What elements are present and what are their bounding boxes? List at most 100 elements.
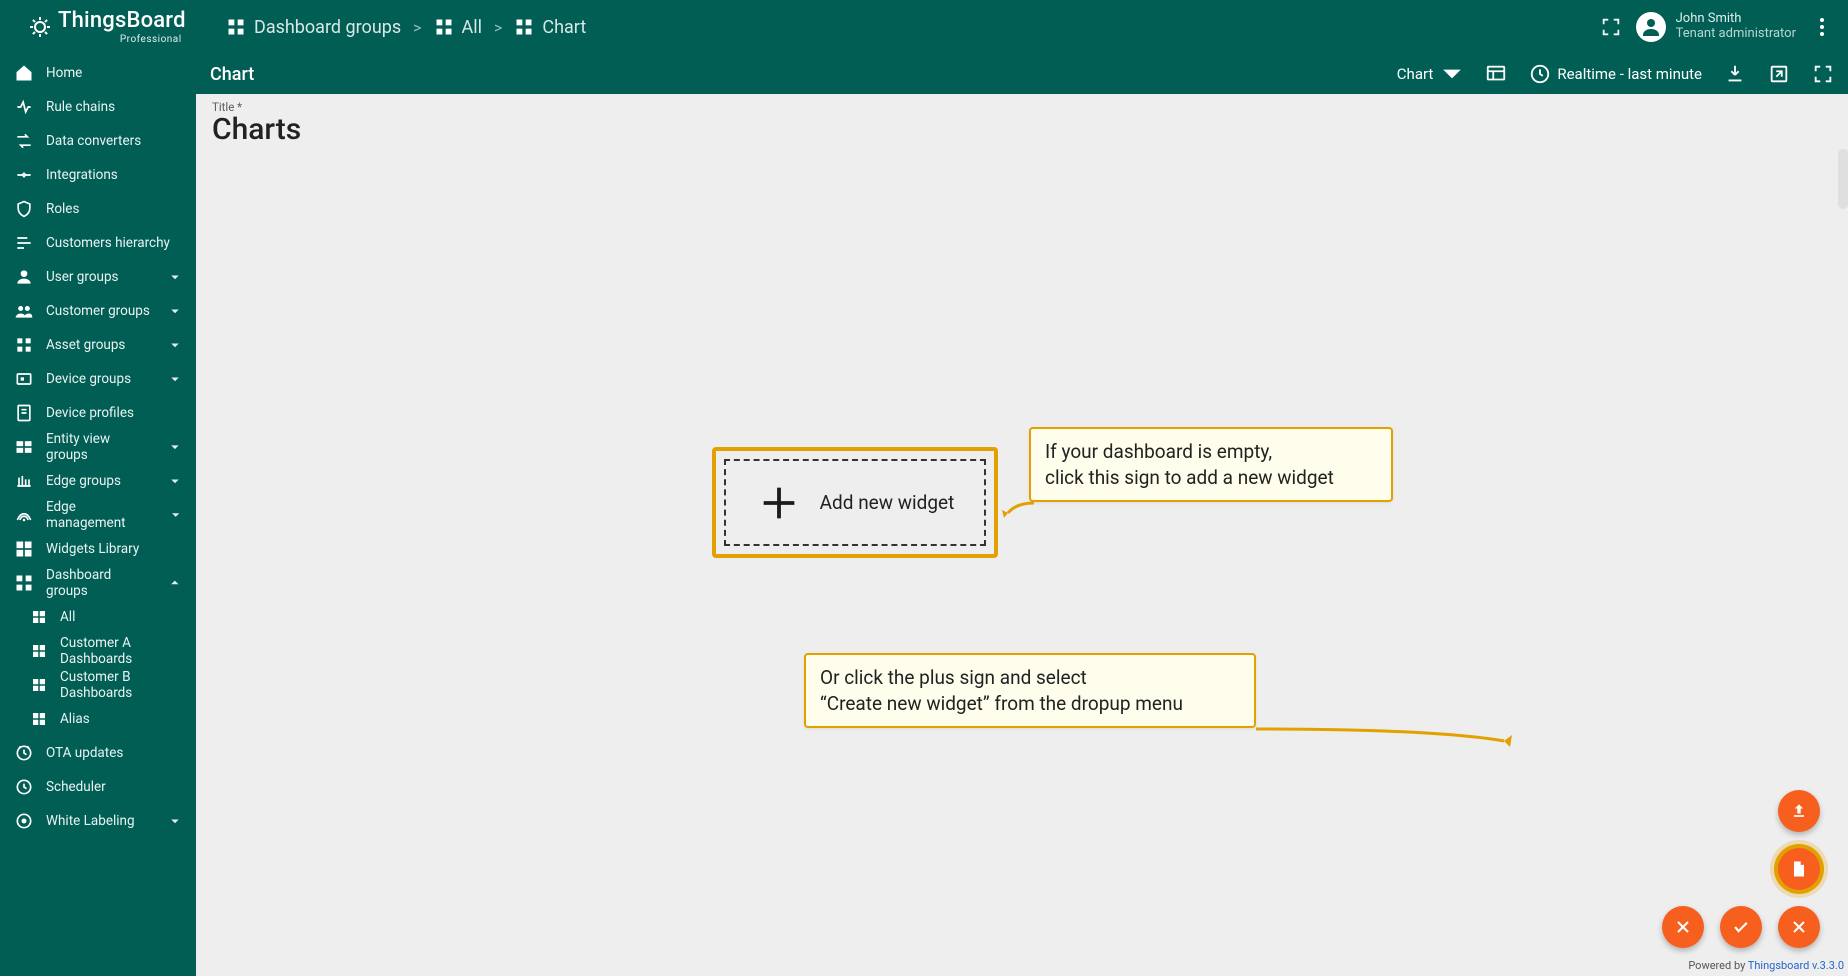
sidebar-item-customers-hierarchy[interactable]: Customers hierarchy xyxy=(0,226,196,260)
breadcrumb-label: Chart xyxy=(542,17,586,38)
top-header: ThingsBoard Professional Dashboard group… xyxy=(0,0,1848,54)
entity-icon xyxy=(14,437,34,457)
thingsboard-logo-icon xyxy=(28,15,52,39)
sidebar-item-device-profiles[interactable]: Device profiles xyxy=(0,396,196,430)
dashboard-icon xyxy=(514,17,534,37)
sidebar-item-alias[interactable]: Alias xyxy=(0,702,196,736)
arrow-icon xyxy=(1254,717,1524,757)
dash-icon xyxy=(30,710,48,728)
layout-settings-icon[interactable] xyxy=(1485,63,1507,85)
scrollbar[interactable] xyxy=(1838,149,1848,209)
sidebar-item-entity-view-groups[interactable]: Entity view groups xyxy=(0,430,196,464)
arrow-icon xyxy=(996,495,1036,525)
app-logo[interactable]: ThingsBoard Professional xyxy=(0,10,196,45)
customers-icon xyxy=(14,301,34,321)
rule-icon xyxy=(14,97,34,117)
sidebar-item-customer-b-dashboards[interactable]: Customer B Dashboards xyxy=(0,668,196,702)
sidebar-item-device-groups[interactable]: Device groups xyxy=(0,362,196,396)
sidebar-item-integrations[interactable]: Integrations xyxy=(0,158,196,192)
chevron-down-icon xyxy=(166,302,184,320)
sidebar-item-label: All xyxy=(60,609,75,625)
breadcrumb-sep: > xyxy=(494,18,502,37)
breadcrumb-sep: > xyxy=(413,18,421,37)
sidebar-item-asset-groups[interactable]: Asset groups xyxy=(0,328,196,362)
sidebar-item-user-groups[interactable]: User groups xyxy=(0,260,196,294)
fab-upload[interactable] xyxy=(1778,790,1820,832)
sidebar-item-label: User groups xyxy=(46,269,119,285)
timewindow-button[interactable]: Realtime - last minute xyxy=(1529,63,1702,85)
sidebar-item-label: Roles xyxy=(46,201,79,217)
dashboard-toolbar: Chart Chart Realtime - last minute xyxy=(196,54,1848,94)
download-icon[interactable] xyxy=(1724,63,1746,85)
callout-line: If your dashboard is empty, xyxy=(1045,439,1377,465)
app-edition: Professional xyxy=(58,34,182,45)
chevron-down-icon xyxy=(166,268,184,286)
sidebar-item-ota-updates[interactable]: OTA updates xyxy=(0,736,196,770)
sidebar-item-scheduler[interactable]: Scheduler xyxy=(0,770,196,804)
sidebar-item-data-converters[interactable]: Data converters xyxy=(0,124,196,158)
ota-icon xyxy=(14,743,34,763)
fullscreen-icon[interactable] xyxy=(1812,63,1834,85)
fab-close[interactable] xyxy=(1778,906,1820,948)
dash-icon xyxy=(30,676,48,694)
shield-icon xyxy=(14,199,34,219)
sidebar-item-edge-groups[interactable]: Edge groups xyxy=(0,464,196,498)
dashgroups-icon xyxy=(14,573,34,593)
sidebar-item-label: Customer A Dashboards xyxy=(60,635,184,667)
sidebar-item-white-labeling[interactable]: White Labeling xyxy=(0,804,196,838)
sidebar-item-dashboard-groups[interactable]: Dashboard groups xyxy=(0,566,196,600)
title-area: Title * Charts xyxy=(196,94,1848,147)
sidebar: HomeRule chains Data converters Integratio… xyxy=(0,54,196,976)
dashboard-icon xyxy=(226,17,246,37)
close-icon xyxy=(1673,917,1693,937)
sidebar-item-label: Device profiles xyxy=(46,405,134,421)
chevron-down-icon xyxy=(167,506,184,524)
add-new-widget-button[interactable]: Add new widget xyxy=(724,459,986,546)
breadcrumb-label: All xyxy=(462,17,483,38)
callout-empty-dashboard: If your dashboard is empty, click this s… xyxy=(1029,427,1393,502)
user-icon xyxy=(14,267,34,287)
user-menu[interactable]: John Smith Tenant administrator xyxy=(1636,12,1796,42)
sidebar-item-rule-chains[interactable]: Rule chains xyxy=(0,90,196,124)
sidebar-item-label: Customer B Dashboards xyxy=(60,669,184,701)
sidebar-item-label: Alias xyxy=(60,711,90,727)
sidebar-item-label: Entity view groups xyxy=(46,431,154,463)
powered-prefix: Powered by xyxy=(1688,959,1747,972)
breadcrumb-item-chart[interactable]: Chart xyxy=(514,17,586,38)
add-widget-label: Add new widget xyxy=(820,491,955,514)
page-title: Charts xyxy=(212,112,1832,147)
sidebar-item-label: Widgets Library xyxy=(46,541,139,557)
kebab-menu-icon[interactable] xyxy=(1810,15,1834,39)
callout-line: Or click the plus sign and select xyxy=(820,665,1240,691)
powered-link[interactable]: Thingsboard v.3.3.0 xyxy=(1748,959,1844,972)
state-select[interactable]: Chart xyxy=(1397,63,1464,85)
sidebar-item-widgets-library[interactable]: Widgets Library xyxy=(0,532,196,566)
fab-apply[interactable] xyxy=(1720,906,1762,948)
dashboard-canvas: Add new widget If your dashboard is empt… xyxy=(196,147,1848,976)
user-role: Tenant administrator xyxy=(1676,27,1796,42)
sidebar-item-label: Edge groups xyxy=(46,473,121,489)
chevron-down-icon xyxy=(166,370,184,388)
sidebar-item-edge-management[interactable]: Edge management xyxy=(0,498,196,532)
fab-cancel-add[interactable] xyxy=(1662,906,1704,948)
sidebar-item-home[interactable]: Home xyxy=(0,56,196,90)
export-icon[interactable] xyxy=(1768,63,1790,85)
fab-create-widget[interactable] xyxy=(1778,848,1820,890)
dashboard-icon xyxy=(434,17,454,37)
fullscreen-icon[interactable] xyxy=(1600,16,1622,38)
timewindow-label: Realtime - last minute xyxy=(1557,65,1702,83)
sidebar-item-label: Edge management xyxy=(46,499,155,531)
hierarchy-icon xyxy=(14,233,34,253)
sidebar-item-customer-a-dashboards[interactable]: Customer A Dashboards xyxy=(0,634,196,668)
sidebar-item-all[interactable]: All xyxy=(0,600,196,634)
breadcrumb-item-dashboard-groups[interactable]: Dashboard groups xyxy=(226,17,401,38)
breadcrumb-item-all[interactable]: All xyxy=(434,17,483,38)
user-name: John Smith xyxy=(1676,12,1796,27)
plus-icon xyxy=(756,480,802,526)
breadcrumb-label: Dashboard groups xyxy=(254,17,401,38)
sidebar-item-customer-groups[interactable]: Customer groups xyxy=(0,294,196,328)
sidebar-item-roles[interactable]: Roles xyxy=(0,192,196,226)
chevron-down-icon xyxy=(166,438,184,456)
sidebar-item-label: OTA updates xyxy=(46,745,123,761)
sidebar-item-label: Data converters xyxy=(46,133,141,149)
